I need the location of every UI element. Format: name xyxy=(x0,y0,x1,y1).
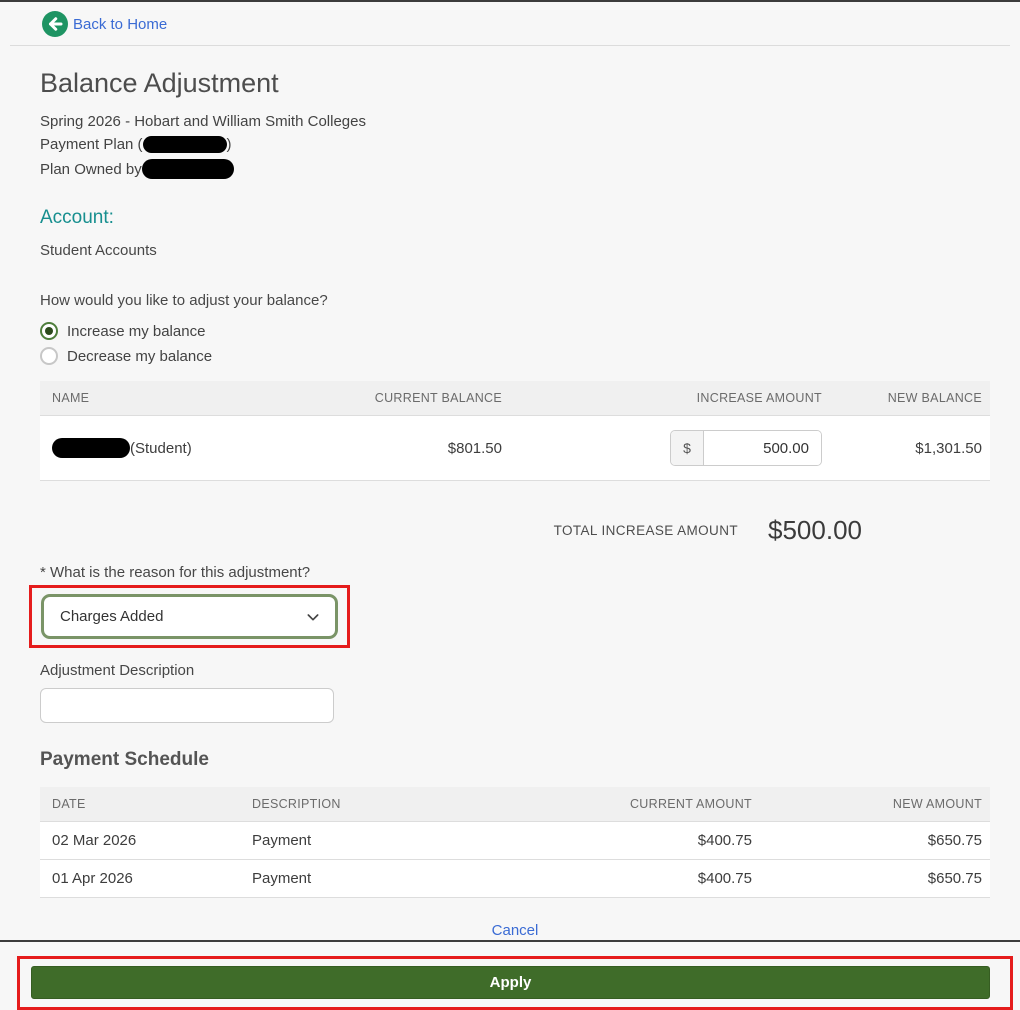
page-header: Back to Home xyxy=(0,2,1020,38)
schedule-current-amount: $400.75 xyxy=(560,860,760,898)
column-header-new-amount: NEW AMOUNT xyxy=(760,787,990,822)
currency-symbol: $ xyxy=(671,431,704,465)
adjustment-description-label: Adjustment Description xyxy=(40,662,990,679)
balance-table: NAME CURRENT BALANCE INCREASE AMOUNT NEW… xyxy=(40,381,990,481)
main-content: Balance Adjustment Spring 2026 - Hobart … xyxy=(0,68,1020,940)
balance-adjustment-page: { "page": { "back_link": "Back to Home",… xyxy=(0,0,1020,942)
reason-selected-value: Charges Added xyxy=(60,608,163,625)
annotation-box-reason: Charges Added xyxy=(29,585,350,648)
payment-schedule-table: DATE DESCRIPTION CURRENT AMOUNT NEW AMOU… xyxy=(40,787,990,898)
column-header-new-balance: NEW BALANCE xyxy=(830,381,990,416)
new-balance-value: $1,301.50 xyxy=(830,416,990,481)
schedule-new-amount: $650.75 xyxy=(760,860,990,898)
apply-button[interactable]: Apply xyxy=(31,966,990,999)
increase-amount-input[interactable] xyxy=(704,431,821,465)
increase-amount-cell: $ xyxy=(510,416,830,481)
arrow-left-circle-icon xyxy=(42,11,68,37)
total-increase-amount: $500.00 xyxy=(768,515,862,546)
schedule-row: 01 Apr 2026 Payment $400.75 $650.75 xyxy=(40,860,990,898)
plan-owner-line: Plan Owned by xyxy=(40,159,990,179)
schedule-date: 02 Mar 2026 xyxy=(40,822,240,860)
back-to-home-link[interactable]: Back to Home xyxy=(42,11,167,37)
chevron-down-icon xyxy=(305,609,321,625)
schedule-date: 01 Apr 2026 xyxy=(40,860,240,898)
payment-plan-prefix: Payment Plan ( xyxy=(40,136,143,153)
cancel-row: Cancel xyxy=(40,922,990,940)
column-header-name: NAME xyxy=(40,381,340,416)
reason-select[interactable]: Charges Added xyxy=(41,594,338,639)
balance-table-header-row: NAME CURRENT BALANCE INCREASE AMOUNT NEW… xyxy=(40,381,990,416)
radio-option-decrease-label: Decrease my balance xyxy=(67,348,212,365)
balance-table-row: (Student) $801.50 $ $1,301.50 xyxy=(40,416,990,481)
schedule-description: Payment xyxy=(240,860,560,898)
radio-option-decrease[interactable]: Decrease my balance xyxy=(40,347,990,365)
annotation-box-apply: Apply xyxy=(17,956,1013,1010)
schedule-description: Payment xyxy=(240,822,560,860)
current-balance-value: $801.50 xyxy=(340,416,510,481)
payment-plan-line: Payment Plan () xyxy=(40,136,990,153)
redacted-student-name xyxy=(52,438,130,458)
redacted-plan-name xyxy=(143,136,227,153)
column-header-increase-amount: INCREASE AMOUNT xyxy=(510,381,830,416)
schedule-new-amount: $650.75 xyxy=(760,822,990,860)
schedule-header-row: DATE DESCRIPTION CURRENT AMOUNT NEW AMOU… xyxy=(40,787,990,822)
header-divider xyxy=(10,45,1010,46)
column-header-date: DATE xyxy=(40,787,240,822)
radio-selected-icon[interactable] xyxy=(40,322,58,340)
cancel-link[interactable]: Cancel xyxy=(492,922,539,939)
reason-label: * What is the reason for this adjustment… xyxy=(40,564,990,581)
schedule-row: 02 Mar 2026 Payment $400.75 $650.75 xyxy=(40,822,990,860)
term-subtitle: Spring 2026 - Hobart and William Smith C… xyxy=(40,113,990,130)
payment-schedule-heading: Payment Schedule xyxy=(40,749,990,771)
redacted-owner-name xyxy=(142,159,234,179)
column-header-description: DESCRIPTION xyxy=(240,787,560,822)
student-name-suffix: (Student) xyxy=(130,440,192,457)
back-to-home-label: Back to Home xyxy=(73,16,167,33)
adjust-question: How would you like to adjust your balanc… xyxy=(40,292,990,309)
column-header-current-balance: CURRENT BALANCE xyxy=(340,381,510,416)
plan-owned-by-label: Plan Owned by xyxy=(40,161,142,178)
radio-option-increase-label: Increase my balance xyxy=(67,323,205,340)
column-header-current-amount: CURRENT AMOUNT xyxy=(560,787,760,822)
payment-plan-suffix: ) xyxy=(227,136,232,153)
radio-option-increase[interactable]: Increase my balance xyxy=(40,322,990,340)
adjustment-description-input[interactable] xyxy=(40,688,334,723)
adjust-radio-group: Increase my balance Decrease my balance xyxy=(40,322,990,365)
radio-unselected-icon[interactable] xyxy=(40,347,58,365)
schedule-current-amount: $400.75 xyxy=(560,822,760,860)
page-title: Balance Adjustment xyxy=(40,68,990,99)
student-name-cell: (Student) xyxy=(40,416,340,481)
account-heading: Account: xyxy=(40,207,990,229)
total-increase-row: TOTAL INCREASE AMOUNT $500.00 xyxy=(40,515,990,546)
total-increase-label: TOTAL INCREASE AMOUNT xyxy=(554,523,738,538)
increase-amount-group: $ xyxy=(670,430,822,466)
account-value: Student Accounts xyxy=(40,242,990,259)
